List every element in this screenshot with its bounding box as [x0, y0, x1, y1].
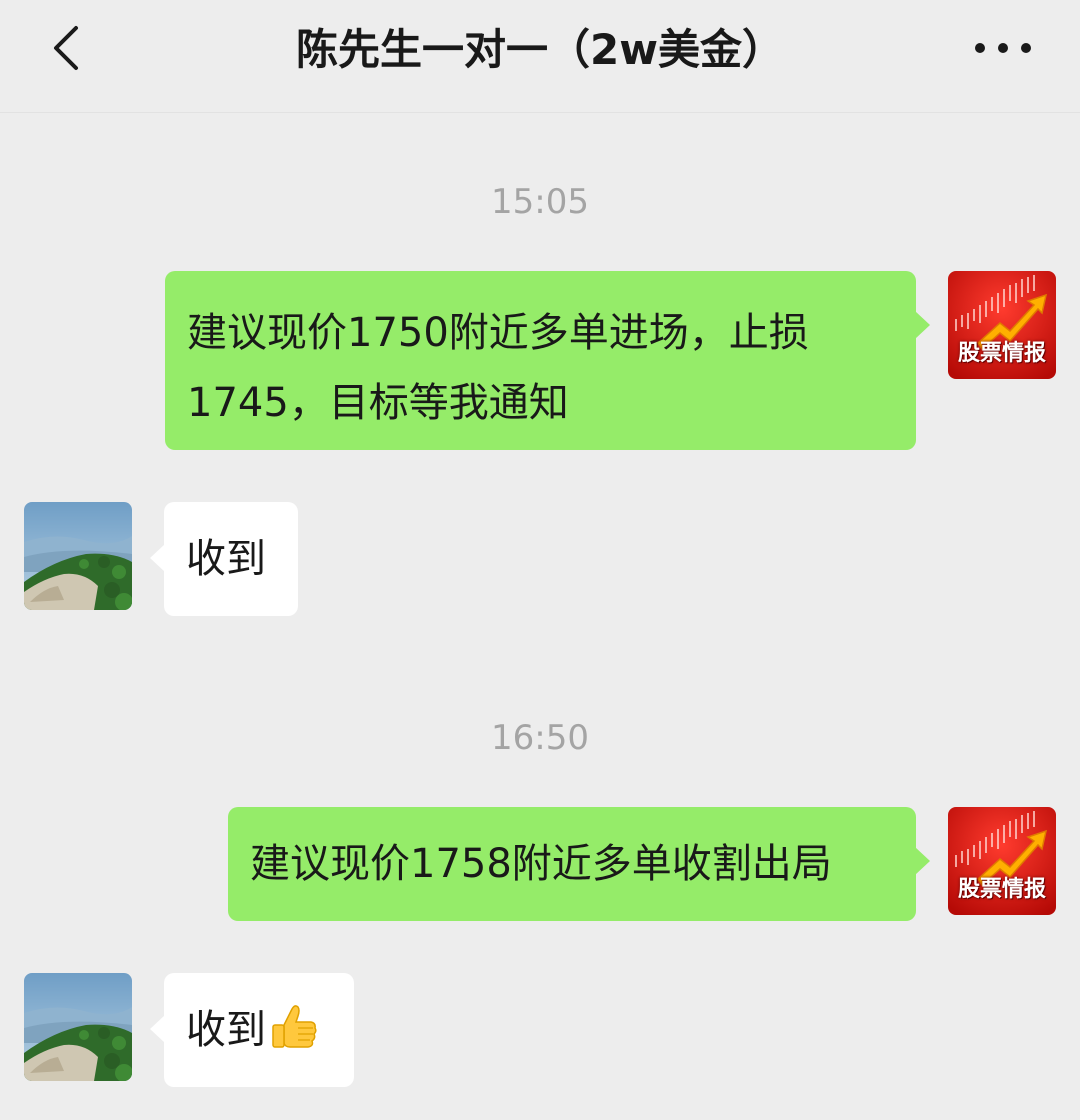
contact-avatar[interactable] [24, 973, 132, 1081]
thumbs-up-icon [272, 1005, 317, 1048]
avatar-label: 股票情报 [957, 341, 1046, 366]
more-dots-icon [975, 43, 1031, 53]
message-line: 建议现价1750附近多单进场，止损 [187, 310, 809, 356]
sender-avatar[interactable]: 股票情报 [948, 807, 1056, 915]
sent-message-bubble[interactable]: 建议现价1750附近多单进场，止损 1745，目标等我通知 [165, 271, 930, 450]
mountain-landscape-icon [24, 973, 132, 1081]
chevron-left-icon [54, 26, 78, 70]
avatar-label: 股票情报 [957, 877, 1046, 902]
message-text: 收到 [186, 536, 266, 582]
received-message-bubble[interactable]: 收到 [150, 502, 298, 616]
timestamp: 15:05 [491, 182, 589, 222]
contact-avatar[interactable] [24, 502, 132, 610]
sender-avatar[interactable]: 股票情报 [948, 271, 1056, 379]
chat-header: 陈先生一对一（2w美金） [0, 0, 1080, 113]
timestamp: 16:50 [491, 718, 589, 758]
mountain-landscape-icon [24, 502, 132, 610]
message-line: 1745，目标等我通知 [187, 380, 569, 426]
message-line: 建议现价1758附近多单收割出局 [250, 841, 832, 887]
chat-title: 陈先生一对一（2w美金） [295, 25, 785, 74]
message-text: 收到 [186, 1007, 266, 1053]
sent-message-bubble[interactable]: 建议现价1758附近多单收割出局 [228, 807, 930, 921]
more-options-button[interactable] [968, 24, 1038, 72]
back-button[interactable] [40, 18, 100, 78]
received-message-bubble[interactable]: 收到 [150, 973, 354, 1087]
